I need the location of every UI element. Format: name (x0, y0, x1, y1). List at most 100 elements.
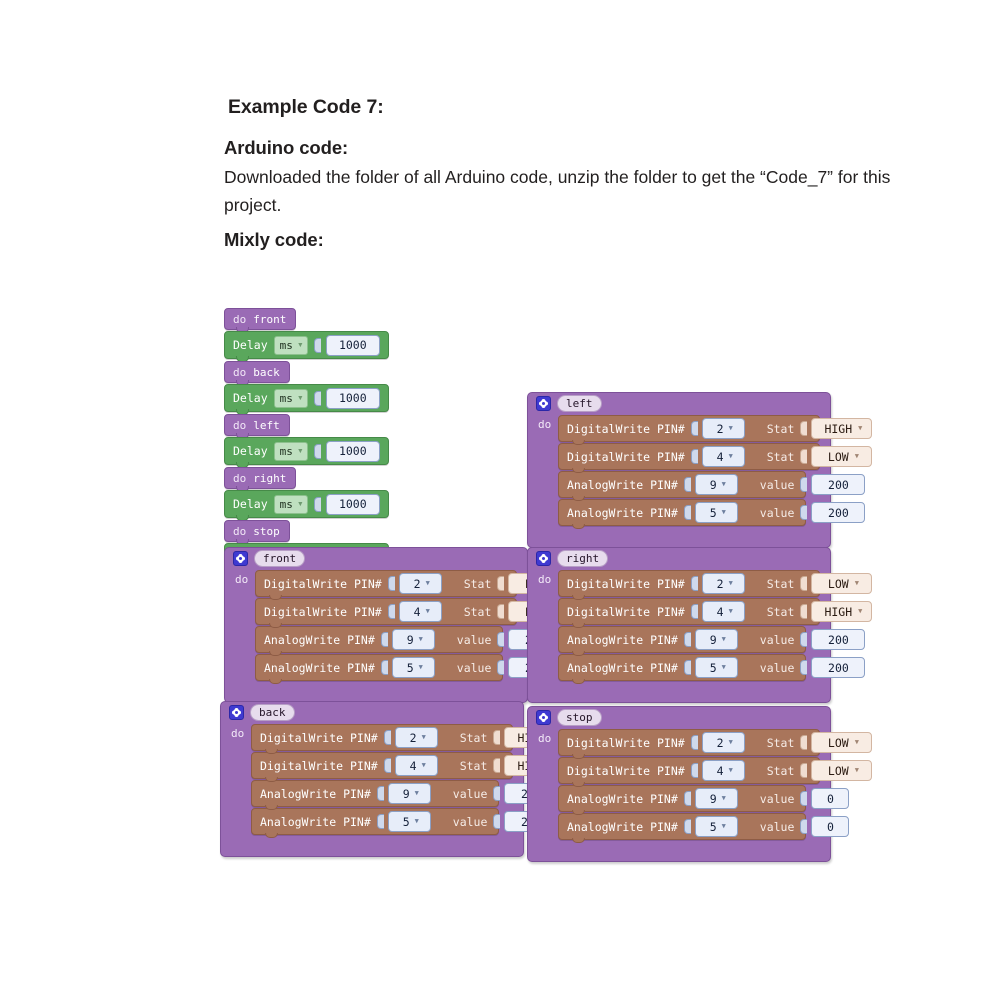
digital-write-row[interactable]: DigitalWrite PIN#2▼StatHIGH▼ (558, 415, 873, 445)
pin-number-dropdown[interactable]: 9 ▼ (391, 629, 435, 650)
digital-write-row[interactable]: DigitalWrite PIN#4▼StatLOW▼ (558, 443, 873, 473)
procedure-block-front[interactable]: frontdoDigitalWrite PIN#2▼StatLOW▼Digita… (224, 547, 570, 703)
digital-write-row[interactable]: DigitalWrite PIN#4▼StatLOW▼ (255, 598, 570, 628)
arg-socket (497, 576, 505, 591)
pin-number-dropdown[interactable]: 5 ▼ (694, 816, 738, 837)
analog-value-field[interactable]: 200 (811, 474, 866, 495)
pin-number-dropdown[interactable]: 9 ▼ (694, 629, 738, 650)
procedure-do-label: do (235, 573, 249, 586)
pin-number-dropdown[interactable]: 9 ▼ (387, 783, 431, 804)
digital-write-row[interactable]: DigitalWrite PIN#4▼StatHIGH▼ (251, 752, 566, 782)
delay-block-2[interactable]: Delay ms ▼ 1000 (224, 437, 389, 468)
write-row-arg-label: Stat (766, 604, 795, 619)
pin-number-dropdown[interactable]: 5 ▼ (387, 811, 431, 832)
call-block-front[interactable]: do front (224, 308, 297, 333)
gear-icon[interactable] (536, 710, 551, 725)
pin-number-dropdown[interactable]: 2 ▼ (701, 573, 745, 594)
pin-number-dropdown[interactable]: 9 ▼ (694, 788, 738, 809)
write-row-label: DigitalWrite PIN# (264, 576, 382, 591)
arg-socket (800, 576, 808, 591)
analog-value-field[interactable]: 200 (811, 629, 866, 650)
delay-unit-dropdown[interactable]: ms▼ (273, 441, 308, 461)
pin-number-dropdown[interactable]: 5 ▼ (694, 657, 738, 678)
delay-unit-dropdown[interactable]: ms▼ (273, 388, 308, 408)
chevron-down-icon: ▼ (296, 500, 304, 508)
analog-write-row[interactable]: AnalogWrite PIN#9▼value200 (255, 626, 563, 656)
procedure-block-back[interactable]: backdoDigitalWrite PIN#2▼StatHIGH▼Digita… (220, 701, 566, 857)
analog-value-field[interactable]: 200 (811, 502, 866, 523)
delay-value-field[interactable]: 1000 (325, 493, 380, 515)
analog-value-field[interactable]: 0 (811, 816, 850, 837)
state-dropdown[interactable]: LOW ▼ (811, 732, 873, 753)
procedure-block-left[interactable]: left do DigitalWrite PIN# 2 ▼ Stat HIGH ▼ Digita… (527, 392, 873, 548)
delay-unit-dropdown[interactable]: ms▼ (273, 494, 308, 514)
digital-write-row[interactable]: DigitalWrite PIN#2▼StatLOW▼ (558, 570, 873, 600)
pin-number-dropdown[interactable]: 2 ▼ (701, 732, 745, 753)
pin-number-dropdown[interactable]: 2 ▼ (394, 727, 438, 748)
gear-icon[interactable] (536, 551, 551, 566)
analog-write-row[interactable]: AnalogWrite PIN# 5 ▼ value 0 (558, 813, 850, 843)
digital-write-row[interactable]: DigitalWrite PIN#4▼StatLOW▼ (558, 757, 873, 787)
write-row-arg-label: value (452, 786, 488, 801)
analog-write-row[interactable]: AnalogWrite PIN#5▼value200 (558, 654, 866, 684)
chevron-down-icon: ▼ (296, 394, 304, 402)
delay-value-field[interactable]: 1000 (325, 387, 380, 409)
procedure-block-stop[interactable]: stop do DigitalWrite PIN# 2 ▼ Stat LOW ▼ Digital… (527, 706, 873, 862)
procedure-name[interactable]: left (557, 395, 602, 412)
analog-value-field[interactable]: 0 (811, 788, 850, 809)
delay-block-1[interactable]: Delay ms ▼ 1000 (224, 384, 389, 415)
procedure-name[interactable]: stop (557, 709, 602, 726)
write-row-label: AnalogWrite PIN# (567, 477, 678, 492)
delay-value-field[interactable]: 1000 (325, 440, 380, 462)
analog-write-row[interactable]: AnalogWrite PIN#5▼value200 (558, 499, 866, 529)
pin-number-dropdown[interactable]: 5 ▼ (694, 502, 738, 523)
chevron-down-icon: ▼ (421, 761, 426, 769)
digital-write-row[interactable]: DigitalWrite PIN#2▼StatLOW▼ (558, 729, 873, 759)
state-dropdown[interactable]: LOW ▼ (811, 446, 873, 467)
gear-icon[interactable] (229, 705, 244, 720)
write-row-arg-label: value (759, 632, 795, 647)
analog-value-field[interactable]: 200 (811, 657, 866, 678)
state-dropdown[interactable]: HIGH ▼ (811, 601, 873, 622)
state-dropdown[interactable]: HIGH ▼ (811, 418, 873, 439)
state-value: HIGH (824, 421, 853, 436)
pin-number-dropdown[interactable]: 4 ▼ (701, 446, 745, 467)
delay-value-field[interactable]: 1000 (325, 334, 380, 356)
pin-number-dropdown[interactable]: 2 ▼ (398, 573, 442, 594)
call-block-right[interactable]: do right (224, 467, 297, 492)
call-block-back[interactable]: do back (224, 361, 290, 386)
delay-block-3[interactable]: Delay ms ▼ 1000 (224, 490, 389, 521)
procedure-name[interactable]: right (557, 550, 609, 567)
analog-write-row[interactable]: AnalogWrite PIN# 9 ▼ value 0 (558, 785, 850, 815)
chevron-down-icon: ▼ (425, 607, 430, 615)
digital-write-row[interactable]: DigitalWrite PIN#2▼StatHIGH▼ (251, 724, 566, 754)
pin-number-dropdown[interactable]: 4 ▼ (398, 601, 442, 622)
delay-unit-dropdown[interactable]: ms▼ (273, 335, 308, 355)
pin-number-dropdown[interactable]: 4 ▼ (701, 601, 745, 622)
analog-write-row[interactable]: AnalogWrite PIN#9▼value200 (558, 471, 866, 501)
analog-write-row[interactable]: AnalogWrite PIN#9▼value200 (558, 626, 866, 656)
digital-write-row[interactable]: DigitalWrite PIN#2▼StatLOW▼ (255, 570, 570, 600)
pin-number-dropdown[interactable]: 5 ▼ (391, 657, 435, 678)
procedure-header: front (225, 548, 527, 569)
gear-icon[interactable] (536, 396, 551, 411)
pin-number-value: 4 (716, 604, 724, 619)
pin-socket (380, 660, 388, 675)
procedure-name[interactable]: front (254, 550, 306, 567)
digital-write-row[interactable]: DigitalWrite PIN#4▼StatHIGH▼ (558, 598, 873, 628)
state-dropdown[interactable]: LOW ▼ (811, 760, 873, 781)
analog-write-row[interactable]: AnalogWrite PIN#9▼value200 (251, 780, 559, 810)
gear-icon[interactable] (233, 551, 248, 566)
analog-write-row[interactable]: AnalogWrite PIN#5▼value200 (251, 808, 559, 838)
procedure-block-right[interactable]: right do DigitalWrite PIN# 2 ▼ Stat LOW ▼ Digita… (527, 547, 873, 703)
analog-write-row[interactable]: AnalogWrite PIN#5▼value200 (255, 654, 563, 684)
state-dropdown[interactable]: LOW ▼ (811, 573, 873, 594)
procedure-name[interactable]: back (250, 704, 295, 721)
call-block-stop[interactable]: do stop (224, 520, 290, 545)
pin-number-dropdown[interactable]: 2 ▼ (701, 418, 745, 439)
pin-number-dropdown[interactable]: 4 ▼ (394, 755, 438, 776)
pin-number-dropdown[interactable]: 9 ▼ (694, 474, 738, 495)
pin-number-dropdown[interactable]: 4 ▼ (701, 760, 745, 781)
delay-block-0[interactable]: Delay ms ▼ 1000 (224, 331, 389, 362)
call-block-left[interactable]: do left (224, 414, 290, 439)
